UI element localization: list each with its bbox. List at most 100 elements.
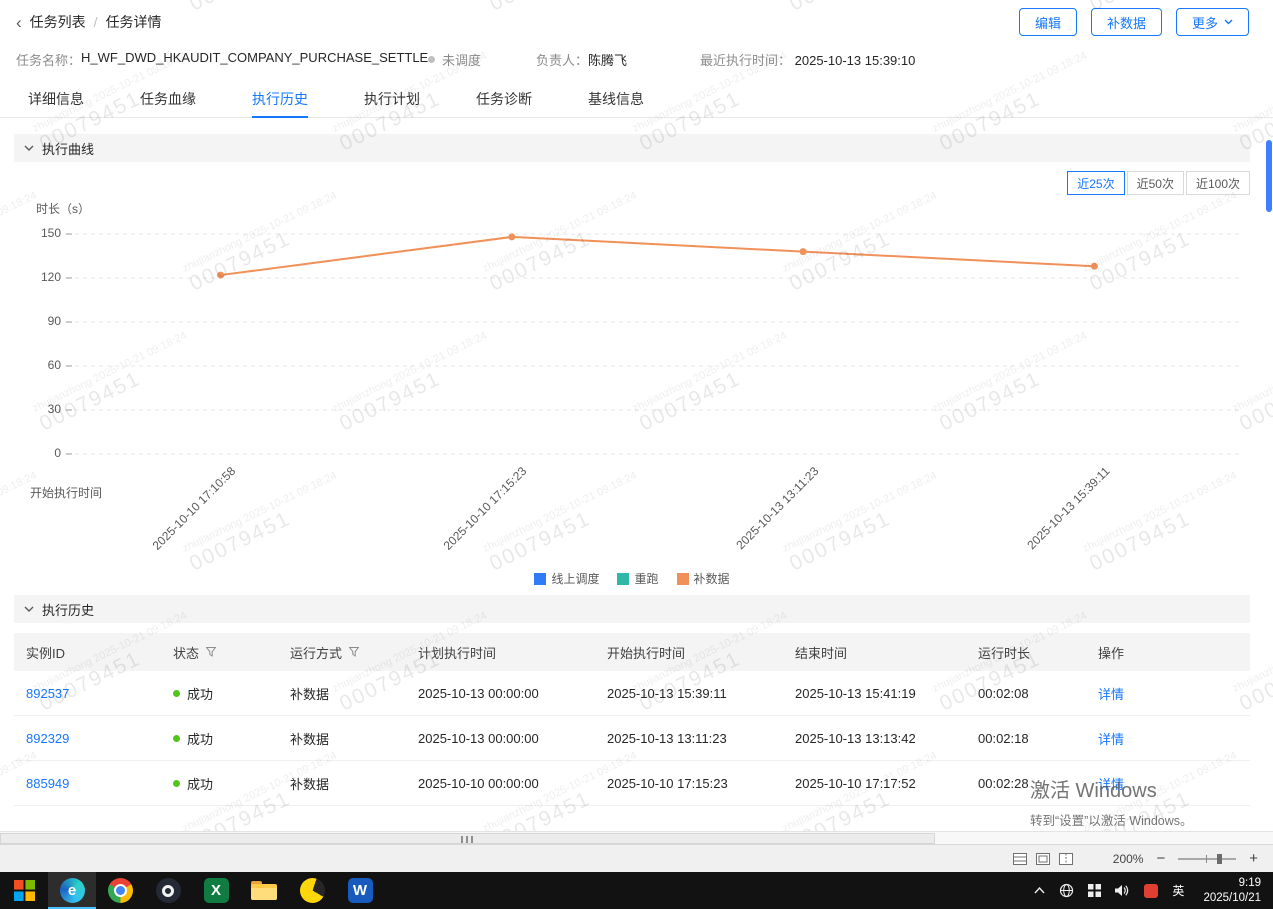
- dark-circle-app-icon: [156, 878, 181, 903]
- yellow-circle-app-icon: [300, 878, 325, 903]
- taskbar-clock[interactable]: 9:19 2025/10/21: [1191, 876, 1273, 906]
- range-50-button[interactable]: 近50次: [1127, 171, 1184, 195]
- zoom-percentage: 200%: [1109, 852, 1143, 866]
- data-point: [800, 248, 807, 255]
- instance-id-link[interactable]: 892329: [26, 731, 69, 746]
- page-layout-view-icon[interactable]: [1036, 853, 1050, 865]
- detail-link[interactable]: 详情: [1098, 684, 1124, 703]
- zoom-slider-notch: [1206, 855, 1207, 863]
- taskbar-word-app[interactable]: W: [336, 872, 384, 909]
- run-mode-cell: 补数据: [278, 729, 406, 748]
- apps-grid-tray-button[interactable]: [1081, 872, 1108, 909]
- tab-baseline-info[interactable]: 基线信息: [588, 80, 644, 117]
- windows-taskbar: e X W: [0, 872, 1273, 909]
- windows-logo-icon: [14, 880, 35, 901]
- collapse-chevron-icon[interactable]: [24, 145, 34, 151]
- horizontal-scrollbar-thumb[interactable]: [0, 833, 935, 844]
- taskbar-chrome-app[interactable]: [96, 872, 144, 909]
- detail-link[interactable]: 详情: [1098, 729, 1124, 748]
- x-axis-tick-label: 2025-10-10 17:15:23: [441, 464, 530, 553]
- red-app-icon: [1144, 884, 1158, 898]
- legend-item-backfill[interactable]: 补数据: [677, 570, 730, 587]
- planned-time-cell: 2025-10-10 00:00:00: [406, 776, 595, 791]
- legend-item-online-schedule[interactable]: 线上调度: [534, 570, 599, 587]
- back-chevron-icon[interactable]: ‹: [16, 14, 22, 31]
- taskbar-yellow-app[interactable]: [288, 872, 336, 909]
- vertical-scrollbar-thumb[interactable]: [1266, 140, 1272, 212]
- tab-task-diagnosis[interactable]: 任务诊断: [476, 80, 532, 117]
- curve-section-header[interactable]: 执行曲线: [14, 134, 1250, 162]
- end-time-cell: 2025-10-13 15:41:19: [783, 686, 966, 701]
- volume-tray-button[interactable]: [1108, 872, 1137, 909]
- tab-detail-info[interactable]: 详细信息: [28, 80, 84, 117]
- network-tray-button[interactable]: [1052, 872, 1081, 909]
- edit-button[interactable]: 编辑: [1019, 8, 1077, 36]
- range-100-button[interactable]: 近100次: [1186, 171, 1250, 195]
- zoom-in-button[interactable]: +: [1246, 850, 1261, 867]
- taskbar-dark-app[interactable]: [144, 872, 192, 909]
- zoom-out-button[interactable]: −: [1153, 850, 1168, 867]
- execution-curve-chart: 时长（s） 开始执行时间 线上调度 重跑 补数据 030609012015020…: [14, 197, 1250, 595]
- taskbar-file-explorer[interactable]: [240, 872, 288, 909]
- tab-task-lineage[interactable]: 任务血缘: [140, 80, 196, 117]
- breadcrumb-task-list[interactable]: 任务列表: [30, 12, 86, 32]
- taskbar-excel-app[interactable]: X: [192, 872, 240, 909]
- last-exec-time: 最近执行时间： 2025-10-13 15:39:10: [700, 50, 915, 69]
- run-mode-cell: 补数据: [278, 774, 406, 793]
- y-axis-tick-label: 90: [14, 314, 61, 328]
- y-axis-tick-label: 120: [14, 270, 61, 284]
- execution-history-table: 实例ID 状态 运行方式 计划执行时间 开始执行时间 结束时间 运行时长: [14, 633, 1250, 806]
- horizontal-scrollbar[interactable]: [0, 831, 1273, 844]
- series-line-backfill: [221, 237, 1095, 275]
- top-bar: ‹ 任务列表 / 任务详情 编辑 补数据 更多: [0, 0, 1273, 44]
- legend-item-rerun[interactable]: 重跑: [617, 570, 658, 587]
- status-filter-icon[interactable]: [206, 647, 216, 657]
- zoom-slider-thumb[interactable]: [1217, 854, 1222, 864]
- ime-indicator[interactable]: 英: [1165, 872, 1191, 909]
- instance-id-link[interactable]: 885949: [26, 776, 69, 791]
- excel-icon: X: [204, 878, 229, 903]
- clock-date: 2025/10/21: [1203, 891, 1261, 906]
- detail-link[interactable]: 详情: [1098, 774, 1124, 793]
- page-break-view-icon[interactable]: [1059, 853, 1073, 865]
- x-axis-title: 开始执行时间: [30, 484, 102, 501]
- breadcrumb-separator: /: [94, 14, 98, 30]
- start-time-cell: 2025-10-13 15:39:11: [595, 686, 783, 701]
- backfill-button[interactable]: 补数据: [1091, 8, 1162, 36]
- history-section-header[interactable]: 执行历史: [14, 595, 1250, 623]
- history-section-title: 执行历史: [42, 600, 94, 619]
- backfill-button-label: 补数据: [1107, 13, 1146, 32]
- status-text: 成功: [187, 684, 213, 703]
- red-app-tray-button[interactable]: [1137, 872, 1165, 909]
- collapse-chevron-icon[interactable]: [24, 606, 34, 612]
- col-planned-time: 计划执行时间: [406, 643, 595, 662]
- success-status-dot-icon: [173, 690, 180, 697]
- planned-time-cell: 2025-10-13 00:00:00: [406, 686, 595, 701]
- taskbar-edge-app[interactable]: e: [48, 872, 96, 909]
- tab-execution-plan[interactable]: 执行计划: [364, 80, 420, 117]
- legend-swatch-rerun-icon: [617, 573, 629, 585]
- zoom-slider[interactable]: [1178, 852, 1236, 866]
- range-25-button[interactable]: 近25次: [1067, 171, 1124, 195]
- vertical-scrollbar[interactable]: [1266, 0, 1272, 828]
- edit-button-label: 编辑: [1035, 13, 1061, 32]
- more-button[interactable]: 更多: [1176, 8, 1249, 36]
- chart-legend: 线上调度 重跑 补数据: [14, 570, 1250, 587]
- task-detail-page: ‹ 任务列表 / 任务详情 编辑 补数据 更多 任务名称： H_WF_DWD_H…: [0, 0, 1273, 909]
- file-explorer-icon: [251, 881, 277, 900]
- hidden-icons-button[interactable]: [1027, 872, 1052, 909]
- instance-id-link[interactable]: 892537: [26, 686, 69, 701]
- last-exec-value: 2025-10-13 15:39:10: [795, 53, 916, 68]
- run-mode-filter-icon[interactable]: [349, 647, 359, 657]
- normal-view-icon[interactable]: [1013, 853, 1027, 865]
- start-button[interactable]: [0, 872, 48, 909]
- status-bar: 200% − +: [0, 844, 1273, 872]
- table-row: 892329 成功 补数据 2025-10-13 00:00:00 2025-1…: [14, 716, 1250, 761]
- view-mode-icons: [1013, 853, 1073, 865]
- schedule-status-label: 未调度: [442, 50, 481, 69]
- data-point: [508, 233, 515, 240]
- tab-execution-history[interactable]: 执行历史: [252, 80, 308, 117]
- col-actions: 操作: [1086, 643, 1250, 662]
- task-owner: 负责人： 陈腾飞: [536, 50, 700, 69]
- y-axis-tick-label: 0: [14, 446, 61, 460]
